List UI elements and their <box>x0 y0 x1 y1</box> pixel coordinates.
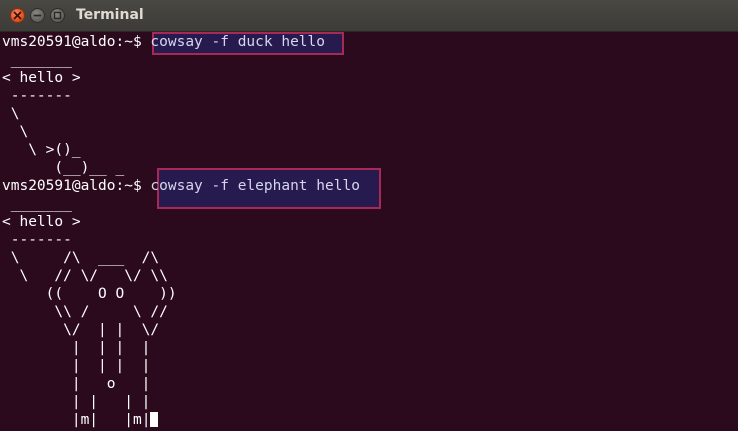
title-bar[interactable]: Terminal <box>0 0 738 32</box>
output-line: \ /\ ___ /\ <box>2 250 160 266</box>
output-line: (__)__ _ <box>2 160 125 176</box>
output-text-suffix: | <box>141 412 151 428</box>
output-line: | | | | <box>2 358 151 374</box>
close-icon[interactable] <box>10 8 25 23</box>
output-line: | o | <box>2 376 151 392</box>
minimize-icon[interactable] <box>30 8 45 23</box>
terminal-output: vms20591@aldo:~$ cowsay -f duck hello __… <box>2 32 360 429</box>
output-line: _______ <box>2 196 72 212</box>
output-line: \/ | | \/ <box>2 322 160 338</box>
prompt-line: vms20591@aldo:~$ cowsay -f duck hello <box>2 33 360 51</box>
output-line: ------- <box>2 232 72 248</box>
output-line: \ <box>2 124 29 140</box>
output-line: \ <box>2 106 20 122</box>
prompt-line: vms20591@aldo:~$ cowsay -f elephant hell… <box>2 177 360 195</box>
prompt: vms20591@aldo:~$ <box>2 178 151 194</box>
output-line: \ // \/ \/ \\ <box>2 268 168 284</box>
output-text: |m| |m <box>2 412 142 428</box>
maximize-icon[interactable] <box>50 8 65 23</box>
output-line: \ >()_ <box>2 142 81 158</box>
output-line: ------- <box>2 88 72 104</box>
output-line: | | | | <box>2 340 151 356</box>
output-line: _______ <box>2 52 72 68</box>
window-title: Terminal <box>76 7 144 23</box>
command-text: cowsay -f duck hello <box>150 34 326 50</box>
output-line: (( O O )) <box>2 286 177 302</box>
output-line: |m| |m| <box>2 411 360 429</box>
output-line: < hello > <box>2 70 81 86</box>
terminal-area[interactable]: vms20591@aldo:~$ cowsay -f duck hello __… <box>0 32 738 431</box>
prompt: vms20591@aldo:~$ <box>2 34 151 50</box>
command-text: cowsay -f elephant hello <box>150 178 360 194</box>
output-line: \\ / \ // <box>2 304 168 320</box>
terminal-window: Terminal vms20591@aldo:~$ cowsay -f duck… <box>0 0 738 431</box>
output-line: | | | | <box>2 394 151 410</box>
text-cursor <box>150 412 159 427</box>
output-line: < hello > <box>2 214 81 230</box>
